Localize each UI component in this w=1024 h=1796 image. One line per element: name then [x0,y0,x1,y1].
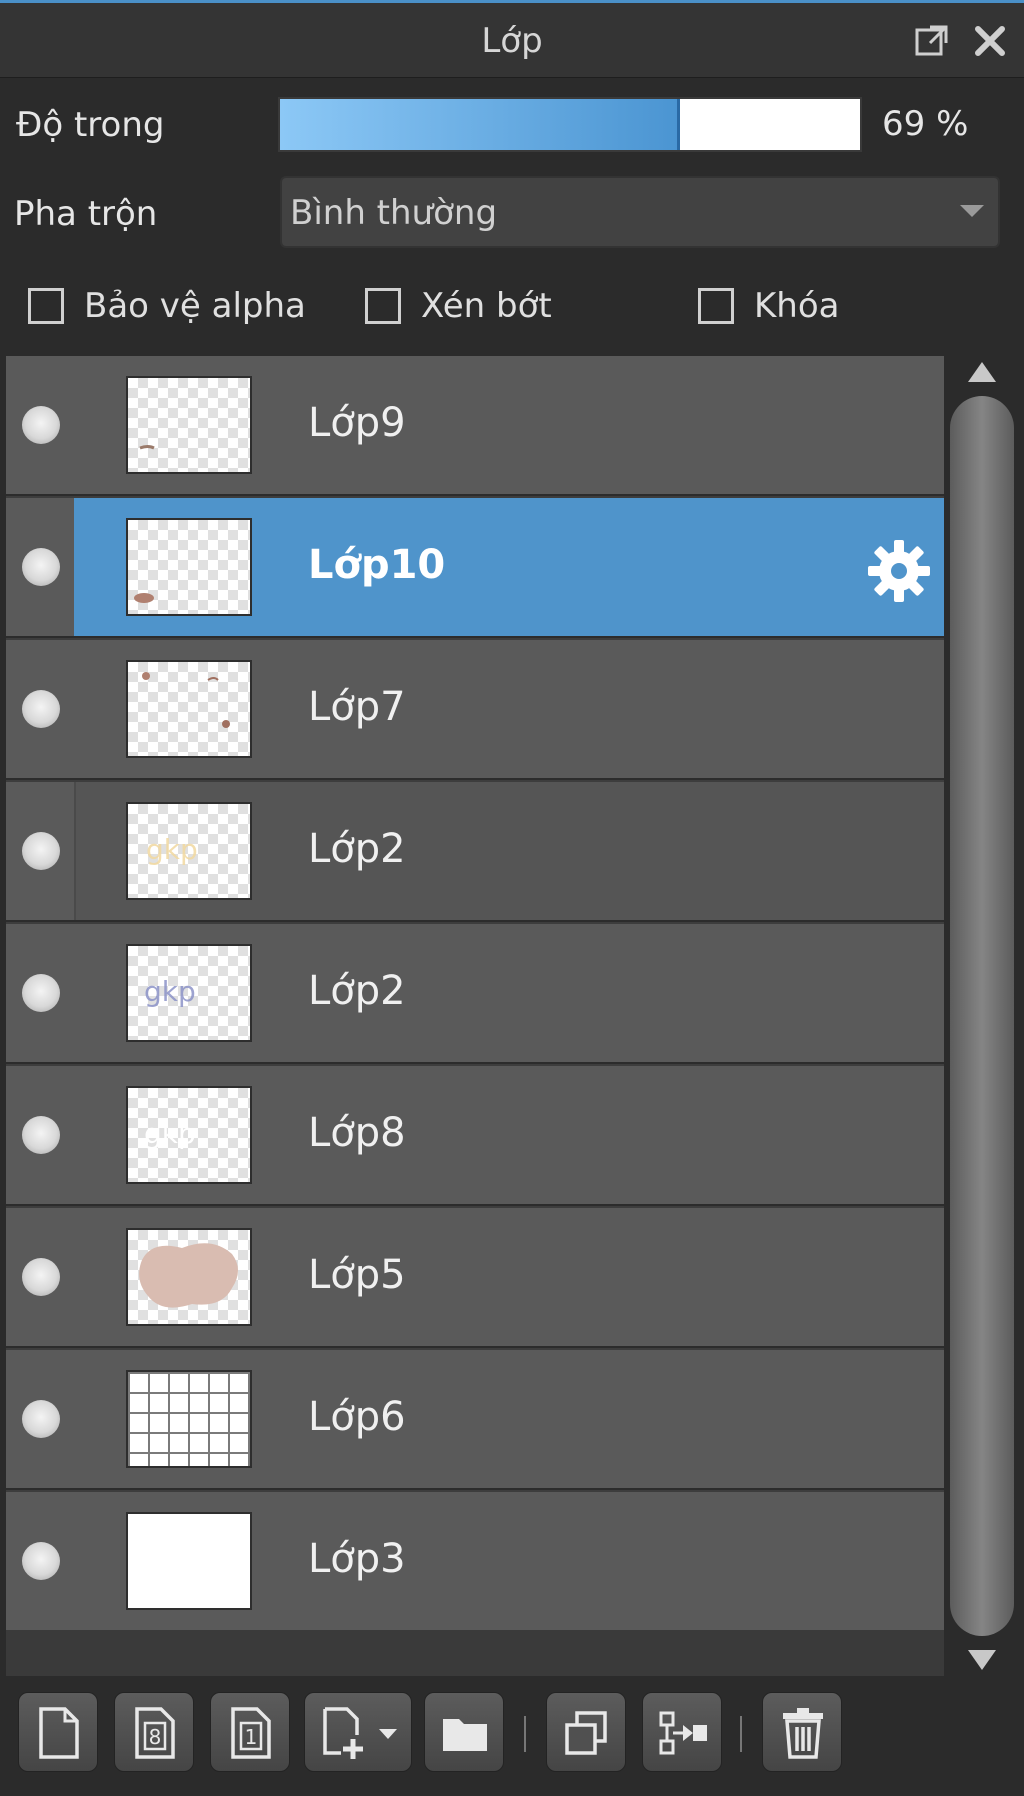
layer-name: Lớp2 [308,826,406,872]
layer-thumbnail: gkp [126,1086,252,1184]
toolbar-separator [524,1716,526,1752]
layer-name: Lớp6 [308,1394,406,1440]
opacity-label: Độ trong [16,105,165,145]
add-layer-menu-icon [323,1707,363,1759]
blend-mode-select[interactable]: Bình thường [280,176,1000,248]
visibility-toggle-icon[interactable] [22,974,60,1012]
layer-name: Lớp9 [308,400,406,446]
layer-name: Lớp2 [308,968,406,1014]
blend-label: Pha trộn [14,194,158,234]
opacity-slider-fill [280,99,681,150]
layer-row[interactable]: gkp Lớp8 [6,1066,944,1206]
checkbox-label: Khóa [754,286,840,326]
layer-thumbnail [126,1370,252,1468]
svg-text:1: 1 [245,1725,258,1749]
svg-text:gkp: gkp [144,1117,196,1150]
layer-thumbnail [126,660,252,758]
panel-title: Lớp [481,21,543,61]
svg-text:8: 8 [149,1725,162,1749]
svg-text:gkp: gkp [144,975,196,1008]
new-1bit-layer-icon: 1 [231,1707,271,1759]
merge-down-button[interactable] [642,1692,722,1772]
new-1bit-layer-button[interactable]: 1 [210,1692,290,1772]
checkbox-box[interactable] [698,288,734,324]
layer-thumbnail [126,518,252,616]
visibility-toggle-icon[interactable] [22,832,60,870]
new-8bit-layer-button[interactable]: 8 [114,1692,194,1772]
layer-row[interactable]: Lớp5 [6,1208,944,1348]
new-folder-button[interactable] [424,1692,504,1772]
layer-row[interactable]: Lớp7 [6,640,944,780]
trash-icon [783,1708,823,1759]
horizontal-scrollbar[interactable] [6,1630,944,1676]
layer-thumbnail: gkp [126,944,252,1042]
new-8bit-layer-icon: 8 [135,1707,175,1759]
checkbox-box[interactable] [365,288,401,324]
checkbox-label: Bảo vệ alpha [84,286,306,326]
layer-name: Lớp3 [308,1536,406,1582]
layer-row[interactable]: Lớp9 [6,356,944,496]
visibility-toggle-icon[interactable] [22,690,60,728]
new-layer-button[interactable] [18,1692,98,1772]
duplicate-layer-icon [565,1711,607,1755]
close-icon[interactable] [970,21,1010,61]
gear-icon[interactable] [866,538,932,604]
layer-list[interactable]: Lớp9 Lớp10 Lớp7 gkp Lớp2 gkp Lớp2 gkp Lớp8 Lớp5 Lớ… [6,356,944,1632]
duplicate-layer-button[interactable] [546,1692,626,1772]
visibility-toggle-icon[interactable] [22,548,60,586]
layer-name: Lớp5 [308,1252,406,1298]
layer-name: Lớp7 [308,684,406,730]
blend-mode-value: Bình thường [290,193,498,233]
layer-thumbnail: gkp [126,802,252,900]
visibility-toggle-icon[interactable] [22,406,60,444]
visibility-toggle-icon[interactable] [22,1542,60,1580]
visibility-toggle-icon[interactable] [22,1116,60,1154]
layer-thumbnail [126,376,252,474]
layer-row[interactable]: Lớp3 [6,1492,944,1632]
merge-down-icon [659,1711,707,1755]
svg-text:gkp: gkp [146,833,198,866]
opacity-slider[interactable] [278,97,862,152]
opacity-value: 69 % [882,104,969,144]
scrollbar-thumb[interactable] [950,396,1014,1636]
layer-name: Lớp10 [308,542,446,588]
layer-row[interactable]: Lớp10 [6,498,944,638]
checkbox-label: Xén bớt [421,286,552,326]
folder-icon [443,1719,487,1751]
chevron-down-icon [960,205,984,217]
delete-layer-button[interactable] [762,1692,842,1772]
layer-row[interactable]: Lớp6 [6,1350,944,1490]
visibility-toggle-icon[interactable] [22,1400,60,1438]
layer-name: Lớp8 [308,1110,406,1156]
add-layer-menu-button[interactable] [304,1692,412,1772]
chevron-down-icon [379,1729,397,1739]
new-layer-icon [39,1707,79,1759]
scroll-up-arrow-icon[interactable] [968,362,996,382]
layer-thumbnail [126,1228,252,1326]
toolbar-separator [740,1716,742,1752]
scroll-down-arrow-icon[interactable] [968,1650,996,1670]
popout-icon[interactable] [912,21,952,61]
panel-titlebar[interactable]: Lớp [0,3,1024,78]
layer-thumbnail [126,1512,252,1610]
checkbox-box[interactable] [28,288,64,324]
layer-row[interactable]: gkp Lớp2 [6,924,944,1064]
visibility-toggle-icon[interactable] [22,1258,60,1296]
layer-row[interactable]: gkp Lớp2 [6,782,944,922]
